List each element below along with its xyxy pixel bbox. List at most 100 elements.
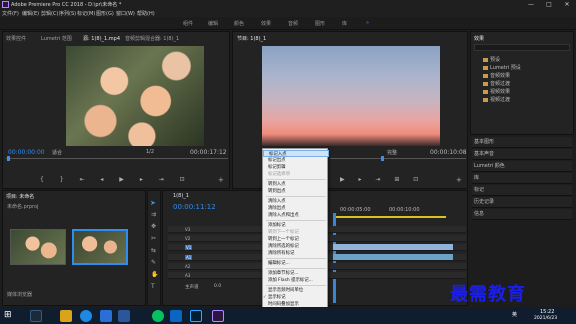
source-timecode-in[interactable]: 00:00:00:00 — [8, 149, 45, 156]
clock-date[interactable]: 2021/6/23 — [534, 316, 557, 321]
menu-item-show-markers[interactable]: ✓ 显示标记 — [263, 294, 329, 301]
menu-item-go-to-in[interactable]: 转到入点 — [263, 181, 329, 188]
close-button[interactable]: ✕ — [558, 0, 576, 9]
menu-clip[interactable]: 剪辑(C) — [41, 10, 58, 17]
menu-item-edit-marker[interactable]: 编辑标记... — [263, 260, 329, 267]
program-add-button-icon[interactable]: + — [456, 176, 462, 184]
tab-audio-clip-mixer[interactable]: 音频剪辑混合器: 1(8)_1 — [125, 35, 179, 42]
input-language-indicator[interactable]: 英 — [512, 311, 517, 318]
selection-tool-icon[interactable]: ➤ — [150, 199, 156, 207]
timeline-timecode[interactable]: 00:00:11:12 — [173, 203, 216, 211]
effects-tree-item[interactable]: 音频效果 — [483, 72, 510, 79]
word-document-icon[interactable] — [118, 310, 130, 322]
premiere-taskbar-icon[interactable] — [212, 310, 224, 322]
menu-sequence[interactable]: 序列(S) — [59, 10, 76, 17]
tab-timeline-sequence[interactable]: 1(8)_1 — [173, 193, 189, 199]
pen-tool-icon[interactable]: ✎ — [151, 259, 156, 266]
track-label-v1[interactable]: V1 — [185, 245, 193, 250]
program-time-ruler[interactable] — [330, 158, 466, 159]
source-add-button-icon[interactable]: + — [218, 176, 224, 184]
razor-tool-icon[interactable]: ✂ — [151, 235, 156, 242]
minimize-button[interactable]: — — [522, 0, 540, 9]
source-transport-controls[interactable]: { } ⇤ ◂ ▶ ▸ ⇥ ⊡ — [40, 176, 192, 183]
windows-start-icon[interactable]: ⊞ — [4, 310, 12, 320]
source-time-ruler[interactable] — [6, 158, 228, 159]
track-label-a1[interactable]: A1 — [185, 255, 193, 260]
menu-item-clear-in[interactable]: 清除入点 — [263, 198, 329, 205]
track-label-v3[interactable]: V3 — [185, 227, 190, 232]
workspace-overflow[interactable]: » — [366, 20, 369, 26]
menu-item-clear-all-markers[interactable]: 清除所有标记 — [263, 250, 329, 257]
audio-clip-a1[interactable] — [333, 254, 453, 260]
tab-project[interactable]: 项目: 未命名 — [6, 193, 34, 200]
panel-history[interactable]: 历史记录 — [472, 197, 572, 208]
project-thumbnail-sequence[interactable] — [72, 229, 128, 265]
maximize-button[interactable]: □ — [540, 0, 558, 9]
effects-tree-item[interactable]: 预设 — [483, 56, 500, 63]
type-tool-icon[interactable]: T — [151, 283, 155, 290]
search-icon[interactable] — [30, 310, 42, 322]
track-label-v2[interactable]: V2 — [185, 236, 190, 241]
effects-tree-item[interactable]: 音频过渡 — [483, 80, 510, 87]
tab-lumetri-scopes[interactable]: Lumetri 范围 — [41, 35, 72, 42]
menu-item-clear-selected-markers[interactable]: 清除所选的标记 — [263, 243, 329, 250]
menu-item-mark-out[interactable]: 标记出点 — [263, 157, 329, 164]
effects-tree-item[interactable]: 视频过渡 — [483, 96, 510, 103]
panel-libraries[interactable]: 库 — [472, 173, 572, 184]
effects-tree-item[interactable]: 视频效果 — [483, 88, 510, 95]
tab-effects[interactable]: 效果 — [474, 35, 484, 42]
menu-help[interactable]: 帮助(H) — [137, 10, 155, 17]
panel-markers[interactable]: 标记 — [472, 185, 572, 196]
video-clip-v1[interactable] — [333, 244, 453, 250]
menu-window[interactable]: 窗口(W) — [116, 10, 135, 17]
menu-item-mark-clip[interactable]: 标记剪辑 — [263, 164, 329, 171]
workspace-editing[interactable]: 编辑 — [208, 20, 218, 27]
effects-tree-item[interactable]: Lumetri 预设 — [483, 64, 521, 71]
tab-program[interactable]: 节目: 1(8)_1 — [237, 35, 266, 42]
menu-item-add-marker[interactable]: 添加标记 — [263, 222, 329, 229]
work-area-bar[interactable] — [336, 216, 446, 218]
wechat-icon[interactable] — [152, 310, 164, 322]
menu-item-previous-marker[interactable]: 转到上一个标记 — [263, 236, 329, 243]
tab-effect-controls[interactable]: 效果控件 — [6, 35, 26, 42]
track-select-tool-icon[interactable]: ⇉ — [151, 211, 156, 218]
panel-essential-sound[interactable]: 基本声音 — [472, 149, 572, 160]
source-resolution-select[interactable]: 1/2 — [146, 149, 154, 155]
menu-item-mark-in[interactable]: 标记入点 — [263, 150, 329, 157]
program-playhead[interactable] — [381, 156, 384, 161]
menu-file[interactable]: 文件(F) — [2, 10, 19, 17]
panel-essential-graphics[interactable]: 基本图形 — [472, 137, 572, 148]
workspace-color[interactable]: 颜色 — [234, 20, 244, 27]
menu-marker[interactable]: 标记(M) — [77, 10, 95, 17]
workspace-assembly[interactable]: 组件 — [183, 20, 193, 27]
file-explorer-icon[interactable] — [60, 310, 72, 322]
track-label-a3[interactable]: A3 — [185, 273, 190, 278]
workspace-graphics[interactable]: 图形 — [315, 20, 325, 27]
hand-tool-icon[interactable]: ✋ — [151, 271, 158, 278]
track-label-a2[interactable]: A2 — [185, 264, 190, 269]
menu-edit[interactable]: 编辑(E) — [22, 10, 39, 17]
panel-lumetri-color[interactable]: Lumetri 颜色 — [472, 161, 572, 172]
tab-source[interactable]: 源: 1(8)_1.mp4 — [83, 35, 120, 42]
source-playhead[interactable] — [7, 156, 10, 161]
program-fit-select[interactable]: 完整 — [387, 149, 397, 156]
menu-item-add-flash-cue-marker[interactable]: 添加 Flash 提示标记... — [263, 277, 329, 284]
edge-browser-icon[interactable] — [80, 310, 92, 322]
panel-info[interactable]: 信息 — [472, 209, 572, 220]
menu-item-go-to-out[interactable]: 转到出点 — [263, 188, 329, 195]
master-volume-value[interactable]: 0.0 — [214, 284, 221, 289]
menu-graphics[interactable]: 图形(G) — [96, 10, 114, 17]
word-icon[interactable] — [100, 310, 112, 322]
tab-media-browser[interactable]: 媒体浏览器 — [7, 291, 32, 298]
menu-item-show-audio-time-units[interactable]: 显示音频时间单位 — [263, 287, 329, 294]
workspace-library[interactable]: 库 — [342, 20, 347, 27]
menu-item-clear-out[interactable]: 清除出点 — [263, 205, 329, 212]
clock-time[interactable]: 15:22 — [540, 309, 554, 315]
ripple-edit-tool-icon[interactable]: ✥ — [151, 223, 156, 230]
project-thumbnail-clip[interactable] — [10, 229, 66, 265]
program-transport-controls[interactable]: ▶ ▸ ⇥ ⊞ ⊡ — [340, 176, 424, 183]
slip-tool-icon[interactable]: ⇆ — [151, 247, 156, 254]
menu-item-add-chapter-marker[interactable]: 添加章节标记... — [263, 270, 329, 277]
photoshop-icon[interactable] — [190, 310, 202, 322]
effects-search-input[interactable] — [474, 44, 570, 51]
